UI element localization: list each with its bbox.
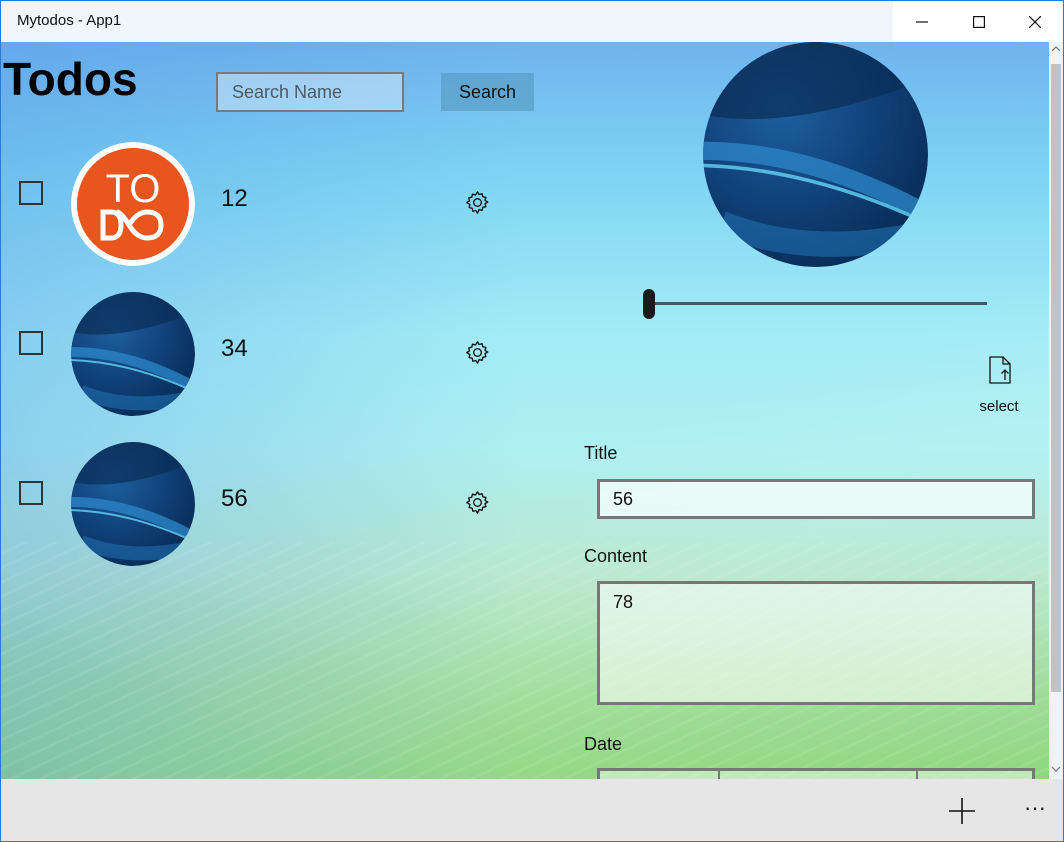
todo-title: 12 <box>221 185 248 212</box>
todo-settings-button[interactable] <box>464 339 491 366</box>
minimize-button[interactable] <box>894 1 950 42</box>
close-icon <box>1029 15 1041 28</box>
command-bar: ··· <box>1 779 1063 841</box>
scroll-down-icon[interactable] <box>1051 764 1061 774</box>
content-label: Content <box>584 546 648 566</box>
search-input[interactable] <box>216 72 404 112</box>
search-button[interactable]: Search <box>441 73 534 111</box>
blue-abstract-image <box>71 442 195 566</box>
todo-checkbox[interactable] <box>19 181 43 205</box>
app-window: Mytodos - App1 Todos Search TO <box>0 0 1064 842</box>
slider-track[interactable] <box>647 302 987 305</box>
todo-title: 34 <box>221 335 248 362</box>
todo-settings-button[interactable] <box>464 189 491 216</box>
blue-abstract-image <box>71 292 195 416</box>
minimize-icon <box>916 20 928 23</box>
file-upload-icon <box>989 356 1011 384</box>
add-todo-button[interactable] <box>946 795 978 827</box>
title-bar-drag-region[interactable] <box>1 1 893 42</box>
image-size-slider[interactable] <box>643 287 989 319</box>
maximize-icon <box>973 15 985 28</box>
add-icon <box>949 798 975 824</box>
todo-image-avatar <box>71 442 195 566</box>
todo-checkbox[interactable] <box>19 481 43 505</box>
more-button[interactable]: ··· <box>1017 795 1053 827</box>
todo-image-avatar <box>71 292 195 416</box>
title-input[interactable]: 56 <box>597 479 1035 519</box>
maximize-button[interactable] <box>951 1 1007 42</box>
todo-item[interactable]: TO 12 <box>1 139 521 269</box>
gear-icon <box>466 341 489 364</box>
gear-icon <box>466 491 489 514</box>
gear-icon <box>466 191 489 214</box>
todo-checkbox[interactable] <box>19 331 43 355</box>
todo-item[interactable]: 56 <box>1 439 521 569</box>
page-title: Todos <box>3 53 138 105</box>
todo-item[interactable]: 34 <box>1 289 521 419</box>
scrollbar-thumb[interactable] <box>1051 64 1061 692</box>
todo-title: 56 <box>221 485 248 512</box>
vertical-scrollbar[interactable] <box>1049 42 1063 779</box>
date-label: Date <box>584 734 623 754</box>
main-content: Todos Search TO 12 <box>1 42 1049 779</box>
date-picker-divider <box>916 771 918 779</box>
title-label: Title <box>584 443 618 463</box>
slider-thumb[interactable] <box>643 289 655 319</box>
date-picker[interactable] <box>597 768 1035 779</box>
select-label: select <box>979 398 1019 415</box>
todo-logo-avatar: TO <box>71 142 195 266</box>
logo-text: TO <box>106 167 161 211</box>
window-title: Mytodos - App1 <box>17 12 122 29</box>
todo-settings-button[interactable] <box>464 489 491 516</box>
select-image-button[interactable]: select <box>967 352 1031 420</box>
content-textarea[interactable]: 78 <box>597 581 1035 705</box>
date-picker-divider <box>718 771 720 779</box>
title-bar: Mytodos - App1 <box>1 1 1063 42</box>
selected-image <box>703 42 928 267</box>
close-button[interactable] <box>1007 1 1063 42</box>
scroll-up-icon[interactable] <box>1051 44 1061 54</box>
blue-abstract-image <box>703 42 928 267</box>
todo-logo-icon: TO <box>71 142 195 266</box>
